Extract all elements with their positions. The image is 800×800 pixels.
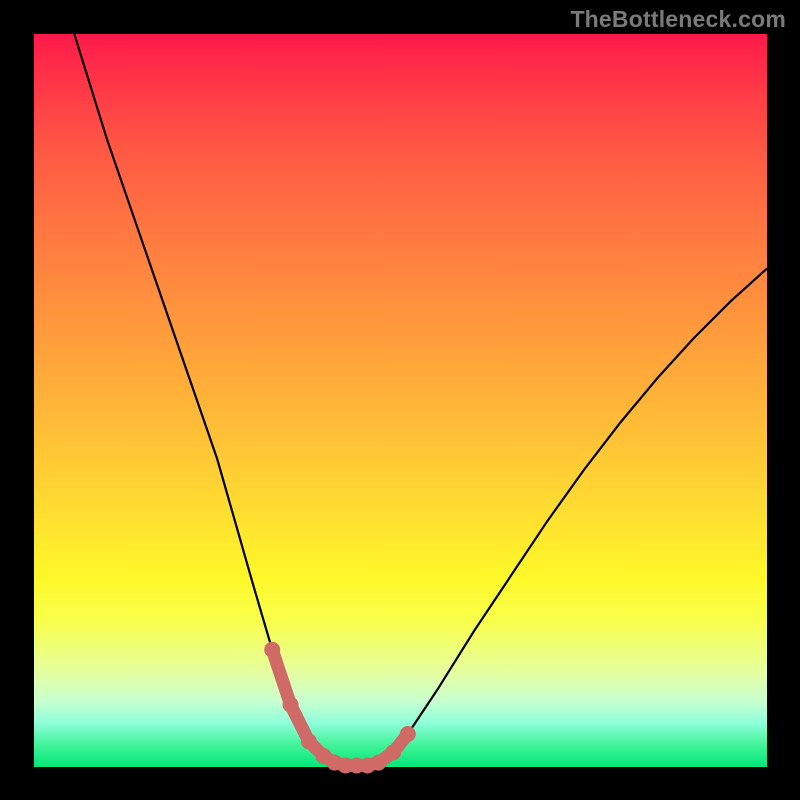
outer-frame: TheBottleneck.com [0,0,800,800]
threshold-marker [301,733,317,749]
threshold-marker [264,642,280,658]
threshold-markers [264,642,416,774]
chart-svg [34,34,767,767]
bottleneck-curve [74,34,767,766]
threshold-marker [371,755,387,771]
plot-area [34,34,767,767]
threshold-marker [283,697,299,713]
threshold-marker [400,726,416,742]
watermark-text: TheBottleneck.com [570,6,786,33]
threshold-marker [385,744,401,760]
